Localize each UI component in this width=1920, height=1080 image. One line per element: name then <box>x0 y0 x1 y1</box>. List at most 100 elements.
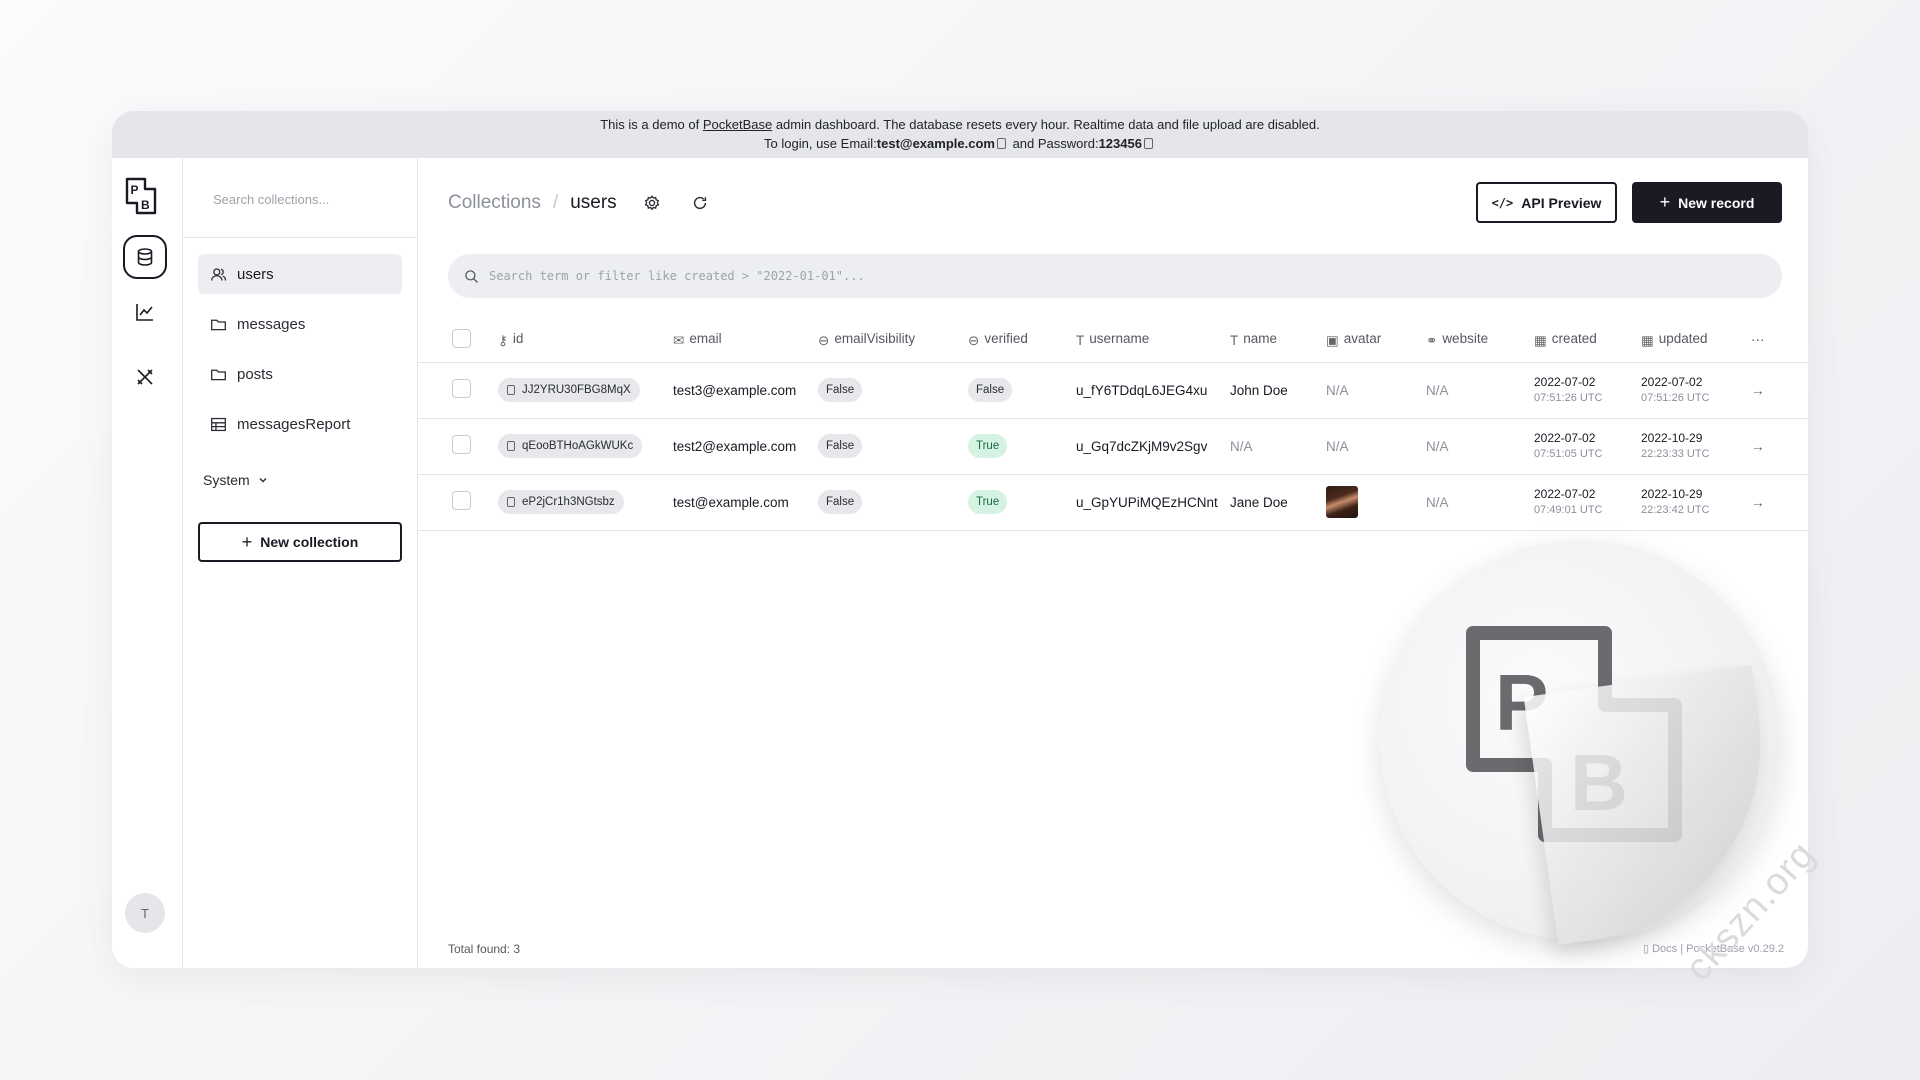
column-header-avatar[interactable]: ▣ avatar <box>1326 318 1426 363</box>
table-row[interactable]: qEooBTHoAGkWUKc test2@example.com False … <box>418 418 1808 475</box>
refresh-button[interactable] <box>691 194 709 212</box>
table-row[interactable]: JJ2YRU30FBG8MqX test3@example.com False … <box>418 362 1808 419</box>
arrow-right-icon[interactable]: → <box>1751 418 1808 475</box>
row-checkbox[interactable] <box>452 379 471 398</box>
column-header-emailvisibility[interactable]: ⊖ emailVisibility <box>818 318 968 363</box>
collections-sidebar: Search collections... users messages pos… <box>183 158 418 968</box>
user-avatar[interactable]: T <box>125 893 165 933</box>
column-label: created <box>1551 330 1597 346</box>
logs-nav-button[interactable] <box>123 290 167 334</box>
filter-placeholder: Search term or filter like created > "20… <box>489 269 865 283</box>
new-record-button[interactable]: + New record <box>1632 182 1782 223</box>
banner-text: admin dashboard. The database resets eve… <box>772 117 1320 132</box>
records-table: ⚷ id ✉ email ⊖ emailVisibility ⊖ verified Tu… <box>418 318 1808 531</box>
cell-website: N/A <box>1426 362 1534 419</box>
total-found: Total found: 3 <box>448 942 520 956</box>
column-header-username[interactable]: Tusername <box>1076 318 1230 363</box>
system-label: System <box>203 472 250 488</box>
docs-icon: ▯ <box>1642 943 1650 955</box>
arrow-right-icon[interactable]: → <box>1751 474 1808 531</box>
cell-username: u_Gq7dcZKjM9v2Sgv <box>1076 418 1230 475</box>
status-badge: False <box>818 490 863 514</box>
collection-settings-button[interactable] <box>643 194 661 212</box>
select-all-checkbox[interactable] <box>452 328 471 348</box>
copy-icon[interactable] <box>996 138 1006 149</box>
plus-icon: + <box>1659 192 1671 212</box>
key-icon: ⚷ <box>498 332 508 348</box>
column-header-website[interactable]: ⚭ website <box>1426 318 1534 363</box>
breadcrumb-current: users <box>570 192 617 213</box>
new-collection-button[interactable]: + New collection <box>198 522 402 562</box>
toggle-icon: ⊖ <box>968 332 980 348</box>
table-header-row: ⚷ id ✉ email ⊖ emailVisibility ⊖ verified Tu… <box>418 318 1808 363</box>
column-header-id[interactable]: ⚷ id <box>498 318 673 363</box>
cell-email: test2@example.com <box>673 418 818 475</box>
cell-email: test@example.com <box>673 474 818 531</box>
code-icon: </> <box>1491 195 1514 210</box>
column-header-created[interactable]: ▦ created <box>1534 318 1641 363</box>
gear-icon <box>644 195 659 211</box>
svg-text:P: P <box>131 183 139 197</box>
time: 07:51:05 UTC <box>1534 448 1603 460</box>
record-id: eP2jCr1h3NGtsbz <box>522 496 615 508</box>
cell-username: u_GpYUPiMQEzHCNnt <box>1076 474 1230 531</box>
chevron-down-icon <box>259 478 267 483</box>
breadcrumb-collections[interactable]: Collections <box>448 192 541 214</box>
column-label: avatar <box>1343 330 1382 346</box>
database-icon <box>137 248 153 266</box>
columns-menu-button[interactable]: ··· <box>1751 318 1808 363</box>
record-id-badge[interactable]: JJ2YRU30FBG8MqX <box>498 378 640 402</box>
copy-icon <box>507 497 515 507</box>
status-badge: True <box>968 434 1008 458</box>
record-id-badge[interactable]: qEooBTHoAGkWUKc <box>498 434 643 458</box>
api-preview-button[interactable]: </> API Preview <box>1476 182 1617 223</box>
tools-icon <box>137 369 153 385</box>
column-label: name <box>1243 331 1278 347</box>
table-row[interactable]: eP2jCr1h3NGtsbz test@example.com False T… <box>418 474 1808 531</box>
settings-nav-button[interactable] <box>123 355 167 399</box>
new-collection-label: New collection <box>260 534 359 550</box>
record-id: JJ2YRU30FBG8MqX <box>522 384 631 396</box>
filter-search-input[interactable]: Search term or filter like created > "20… <box>448 254 1782 298</box>
sidebar-item-posts[interactable]: posts <box>198 354 402 394</box>
pb-logo[interactable]: P B <box>124 176 164 216</box>
docs-link[interactable]: Docs <box>1652 943 1677 955</box>
avatar-thumbnail[interactable] <box>1326 486 1358 518</box>
column-header-updated[interactable]: ▦ updated <box>1641 318 1751 363</box>
column-header-verified[interactable]: ⊖ verified <box>968 318 1076 363</box>
cell-created: 2022-07-02 07:51:26 UTC <box>1534 374 1641 406</box>
row-checkbox[interactable] <box>452 435 471 454</box>
status-badge: True <box>968 490 1008 514</box>
demo-email: test@example.com <box>876 136 995 151</box>
calendar-icon: ▦ <box>1641 332 1654 348</box>
sidebar-item-messagesreport[interactable]: messagesReport <box>198 404 402 444</box>
mail-icon: ✉ <box>673 332 685 348</box>
api-preview-label: API Preview <box>1521 194 1602 211</box>
status-badge: False <box>818 434 863 458</box>
system-toggle[interactable]: System <box>203 472 268 488</box>
sidebar-item-users[interactable]: users <box>198 254 402 294</box>
cell-name: N/A <box>1230 418 1326 475</box>
sidebar-item-messages[interactable]: messages <box>198 304 402 344</box>
folder-icon <box>211 319 226 330</box>
column-header-email[interactable]: ✉ email <box>673 318 818 363</box>
demo-password: 123456 <box>1098 136 1142 151</box>
pocketbase-link[interactable]: PocketBase <box>703 117 772 132</box>
status-badge: False <box>818 378 863 402</box>
column-label: verified <box>984 330 1028 346</box>
status-badge: False <box>968 378 1013 402</box>
banner-text: This is a demo of <box>600 117 703 132</box>
copy-icon[interactable] <box>1143 138 1153 149</box>
record-id: qEooBTHoAGkWUKc <box>522 440 634 452</box>
cell-name: Jane Doe <box>1230 474 1326 531</box>
cell-username: u_fY6TDdqL6JEG4xu <box>1076 362 1230 419</box>
record-id-badge[interactable]: eP2jCr1h3NGtsbz <box>498 490 624 514</box>
column-header-name[interactable]: Tname <box>1230 318 1326 363</box>
sidebar-item-label: users <box>237 265 274 283</box>
collections-nav-button[interactable] <box>123 235 167 279</box>
date: 2022-10-29 <box>1641 431 1703 445</box>
arrow-right-icon[interactable]: → <box>1751 362 1808 419</box>
collections-search-input[interactable]: Search collections... <box>183 158 417 238</box>
row-checkbox[interactable] <box>452 491 471 510</box>
cell-website: N/A <box>1426 474 1534 531</box>
